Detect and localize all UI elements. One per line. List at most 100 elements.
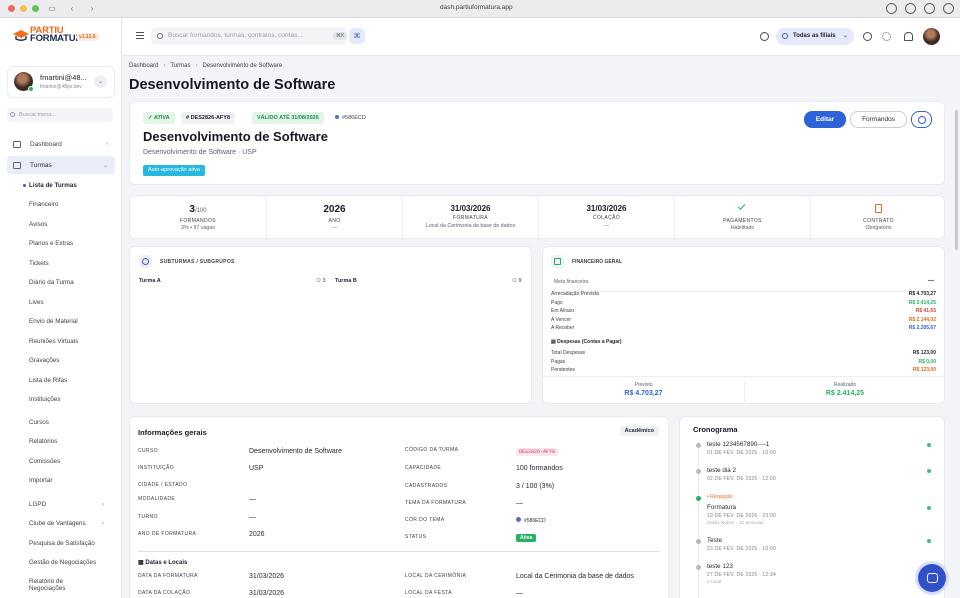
menu-icon[interactable] — [136, 32, 144, 39]
sidebar-item-relatorio-de-negociacoes[interactable]: Relatório de Negociações — [29, 578, 65, 592]
timeline-title: Formatura — [707, 504, 737, 511]
forward-icon[interactable]: › — [85, 3, 99, 15]
timeline-date: 02 DE FEV. DE 2026 · 12:00 — [707, 476, 776, 482]
sidebar-subitem-reunioes-virtuais[interactable]: Reuniões Virtuais — [29, 338, 78, 345]
minimize-window-button[interactable] — [20, 5, 27, 12]
realized-value: R$ 2.414,25 — [825, 390, 865, 397]
bell-icon[interactable] — [904, 32, 913, 41]
subgroup-name[interactable]: Turma B — [335, 278, 357, 284]
stat-label: FORMANDOS — [179, 218, 217, 224]
sidebar-subitem-lista-de-turmas[interactable]: Lista de Turmas — [23, 182, 77, 189]
page-title: Desenvolvimento de Software — [129, 77, 336, 93]
subgroup-name[interactable]: Turma A — [139, 278, 161, 284]
students-button[interactable]: Formandos — [850, 111, 907, 128]
branch-filter[interactable]: Todas as filiais ⌄ — [776, 28, 854, 45]
help-icon[interactable] — [760, 32, 769, 41]
sidebar-subitem-planos-e-extras[interactable]: Planos e Extras — [29, 240, 73, 247]
sidebar-subitem-envio-de-material[interactable]: Envio de Material — [29, 318, 78, 325]
sidebar-item-turmas[interactable]: Turmas ⌄ — [7, 156, 115, 174]
sidebar-item-relatorios[interactable]: Relatórios — [29, 438, 57, 445]
back-icon[interactable]: ‹ — [65, 3, 79, 15]
field-value: — — [516, 500, 523, 507]
sidebar-item-comissoes[interactable]: Comissões — [29, 458, 60, 465]
download-icon[interactable] — [886, 3, 897, 14]
timeline-line — [698, 442, 699, 598]
scrollbar[interactable] — [955, 110, 958, 250]
timeline-date: 23 DE FEV. DE 2026 · 10:00 — [707, 546, 776, 552]
search-shortcut: ⌘K — [333, 32, 348, 40]
forecast-total: Previsto R$ 4.703,27 — [543, 382, 744, 397]
finance-title: FINANCEIRO GERAL — [572, 258, 622, 265]
stat-label: PAGAMENTOS — [723, 218, 762, 224]
finance-row-label: Pagas — [551, 358, 566, 365]
theme-color-chip: #586ECD — [330, 112, 371, 124]
finance-row-label: Em Atraso — [551, 308, 575, 314]
quick-actions-icon[interactable]: ⌘ — [349, 28, 365, 44]
field-label: ANO DE FORMATURA — [138, 531, 197, 537]
sidebar-subitem-gravacoes[interactable]: Gravações — [29, 357, 59, 364]
history-button[interactable] — [911, 111, 932, 128]
category-tag: Acadêmico — [619, 426, 659, 436]
breadcrumb-item-dashboard[interactable]: Dashboard — [129, 63, 158, 69]
sidebar-item-clube-de-vantagens[interactable]: Clube de Vantagens › — [29, 520, 104, 527]
stat-sub: Habilitado — [730, 225, 755, 231]
chevron-down-icon[interactable]: ⌄ — [94, 75, 107, 88]
field-label: CADASTRADOS — [405, 483, 448, 489]
sidebar-subitem-tickets[interactable]: Tickets — [29, 260, 49, 267]
finance-meta-value: — — [928, 278, 934, 284]
finance-row: A Receber R$ 2.205,67 — [551, 325, 936, 332]
sidebar-item-gestao-de-negociacoes[interactable]: Gestão de Negociações — [29, 559, 96, 566]
menu-search-input[interactable]: Buscar menu... — [7, 108, 113, 122]
timeline-date: 01 DE FEV. DE 2026 · 10:00 — [707, 450, 776, 456]
close-window-button[interactable] — [8, 5, 15, 12]
sidebar-subitem-diario-da-turma[interactable]: Diário da Turma — [29, 279, 74, 286]
user-menu[interactable]: fmartini@48... fmartini@48px.dev ⌄ — [7, 66, 115, 98]
timeline-dot — [696, 539, 701, 544]
sidebar-subitem-lista-de-rifas[interactable]: Lista de Rifas — [29, 377, 67, 384]
support-chat-button[interactable] — [918, 564, 946, 592]
dashboard-icon — [13, 140, 21, 148]
share-icon[interactable] — [905, 3, 916, 14]
stat-contrato: CONTRATO Obrigatório — [810, 196, 946, 240]
sidebar-subitem-instituicoes[interactable]: Instituições — [29, 396, 61, 403]
edit-button[interactable]: Editar — [804, 111, 846, 128]
sidebar-item-lgpd[interactable]: LGPD › — [29, 501, 104, 508]
sun-icon[interactable] — [863, 32, 872, 41]
sidebar-subitem-lives[interactable]: Lives — [29, 299, 44, 306]
status-badge: Ativa — [516, 534, 537, 542]
tabs-overview-icon[interactable] — [943, 3, 954, 14]
theme-color-value: #586ECD — [524, 518, 546, 524]
sidebar-item-dashboard[interactable]: Dashboard › — [7, 135, 115, 153]
sidebar-toggle-icon[interactable]: ▭ — [45, 3, 59, 15]
sidebar-subitem-financeiro[interactable]: Financeiro — [29, 201, 58, 208]
sidebar-item-importar[interactable]: Importar — [29, 477, 52, 484]
stat-formatura: 31/03/2026 FORMATURA Local da Cerimonia … — [402, 196, 538, 240]
global-search-input[interactable]: Buscar formandos, turmas, contratos, con… — [151, 27, 347, 45]
search-icon — [10, 112, 15, 117]
sidebar-item-pesquisa-de-satisfacao[interactable]: Pesquisa de Satisfação — [29, 540, 95, 547]
timeline-tag: • Recepção — [707, 494, 733, 500]
stat-label: FORMATURA — [453, 215, 488, 221]
avatar[interactable] — [923, 28, 940, 45]
finance-row-label: A Vencer — [551, 316, 572, 323]
turma-header-card: ✓ ATIVA # DES2826-AFY8 VÁLIDO ATÉ 31/08/… — [129, 101, 945, 185]
sidebar-item-cursos[interactable]: Cursos — [29, 419, 49, 426]
turma-title: Desenvolvimento de Software — [143, 129, 328, 144]
subgroup-count: ⚇ 3 — [316, 278, 326, 284]
address-bar[interactable]: dash.partiuformatura.app — [440, 4, 513, 11]
theme-icon[interactable] — [882, 32, 891, 41]
finance-row-label: A Receber — [551, 325, 575, 331]
expenses-title-text: Despesas (Contas a Pagar) — [557, 339, 622, 345]
timeline-note: 1 local — [707, 579, 722, 584]
avatar — [14, 72, 34, 92]
sidebar-subitem-avisos[interactable]: Avisos — [29, 221, 47, 228]
new-tab-icon[interactable] — [924, 3, 935, 14]
zoom-window-button[interactable] — [32, 5, 39, 12]
sidebar-item-label: Dashboard — [30, 140, 62, 148]
user-email: fmartini@48px.dev — [40, 84, 82, 90]
breadcrumb-item-turmas[interactable]: Turmas — [170, 63, 190, 69]
stat-label: CONTRATO — [863, 218, 894, 224]
turma-code-chip[interactable]: # DES2826-AFY8 — [181, 112, 236, 124]
realized-label: Realizado — [833, 382, 857, 388]
finance-row: Total Despesas R$ 123,00 — [551, 350, 936, 357]
